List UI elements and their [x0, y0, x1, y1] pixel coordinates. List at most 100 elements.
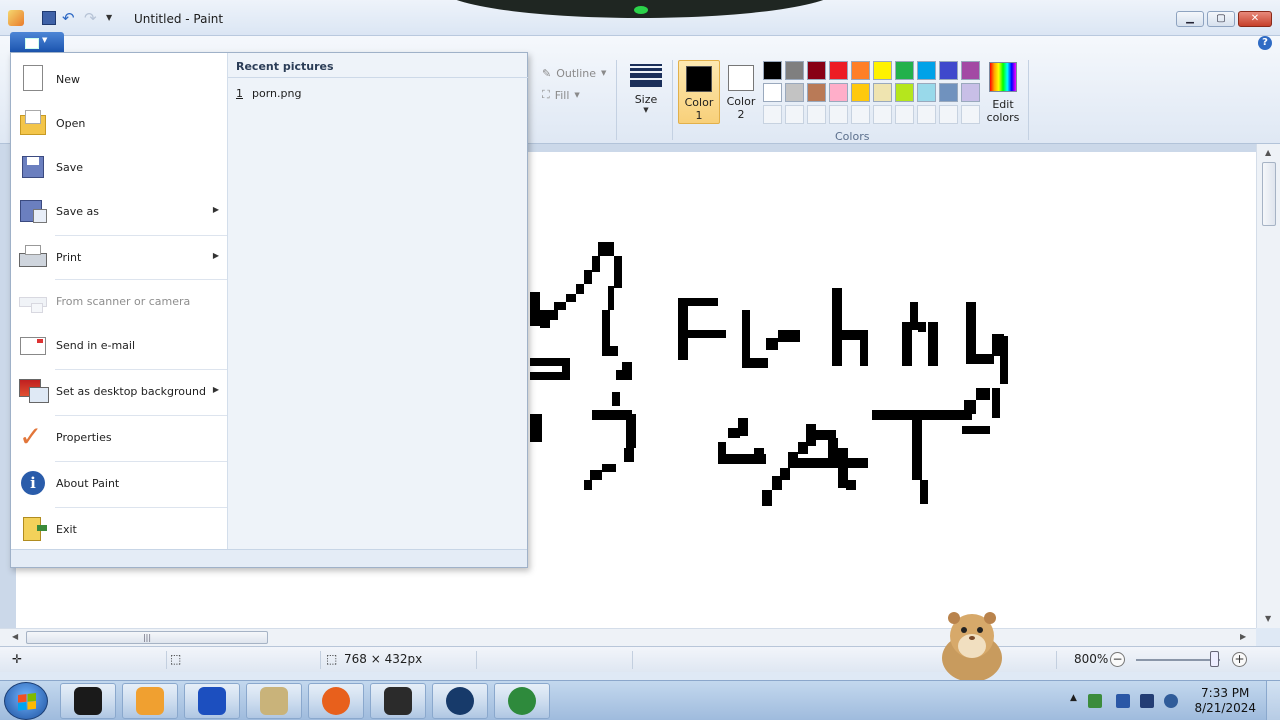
palette-color-swatch[interactable] [939, 83, 958, 102]
taskbar-button[interactable] [494, 683, 550, 719]
clock[interactable]: 7:33 PM 8/21/2024 [1194, 686, 1256, 716]
clock-date: 8/21/2024 [1194, 701, 1256, 715]
minimize-button[interactable]: ▁ [1176, 11, 1204, 27]
zoom-slider-thumb[interactable] [1210, 651, 1219, 667]
palette-color-swatch[interactable] [895, 61, 914, 80]
palette-color-swatch[interactable] [939, 61, 958, 80]
display-icon[interactable] [1140, 694, 1154, 708]
redo-icon[interactable]: ↷ [84, 10, 100, 26]
custom-color-slot[interactable] [785, 105, 804, 124]
menu-item-save[interactable]: Save [11, 147, 227, 187]
palette-color-swatch[interactable] [851, 83, 870, 102]
scroll-left-icon[interactable]: ◀ [12, 632, 18, 641]
vertical-scroll-thumb[interactable] [1262, 162, 1276, 226]
taskbar-button[interactable] [308, 683, 364, 719]
color-2-button[interactable]: Color 2 [722, 60, 760, 124]
save-disk-icon [17, 151, 49, 183]
custom-color-slot[interactable] [939, 105, 958, 124]
title-bar: ↶ ↷ ▼ Untitled - Paint ▁ ▢ ✕ [0, 0, 1280, 36]
palette-color-swatch[interactable] [917, 83, 936, 102]
custom-color-slot[interactable] [851, 105, 870, 124]
scroll-right-icon[interactable]: ▶ [1240, 632, 1246, 641]
palette-color-swatch[interactable] [961, 61, 980, 80]
palette-color-swatch[interactable] [873, 83, 892, 102]
menu-item-exit[interactable]: Exit [11, 509, 227, 549]
palette-color-swatch[interactable] [895, 83, 914, 102]
palette-color-swatch[interactable] [851, 61, 870, 80]
palette-color-swatch[interactable] [807, 83, 826, 102]
menu-item-send-in-e-mail[interactable]: Send in e-mail [11, 325, 227, 365]
customize-toolbar-icon[interactable]: ▼ [106, 10, 122, 26]
save-icon[interactable] [42, 11, 56, 25]
checkmark-icon: ✓ [19, 420, 43, 453]
fill-dropdown[interactable]: ⛶ Fill ▼ [542, 84, 606, 106]
show-desktop-button[interactable] [1266, 681, 1280, 720]
taskbar-button[interactable] [60, 683, 116, 719]
palette-color-swatch[interactable] [763, 61, 782, 80]
horizontal-scroll-thumb[interactable]: ||| [26, 631, 268, 644]
menu-item-about-paint[interactable]: i About Paint [11, 463, 227, 503]
start-button[interactable] [4, 682, 48, 720]
show-hidden-icons-icon[interactable]: ▲ [1070, 693, 1077, 703]
taskbar-button[interactable] [246, 683, 302, 719]
menu-item-save-as[interactable]: Save as ▶ [11, 191, 227, 231]
quick-access-toolbar: ↶ ↷ ▼ [8, 10, 122, 26]
volume-icon[interactable] [1164, 694, 1178, 708]
outline-icon: ✎ [542, 66, 552, 80]
custom-color-slot[interactable] [895, 105, 914, 124]
menu-item-set-as-desktop-background[interactable]: Set as desktop background ▶ [11, 371, 227, 411]
menu-item-new[interactable]: New [11, 59, 227, 99]
taskbar-button[interactable] [370, 683, 426, 719]
palette-color-swatch[interactable] [763, 83, 782, 102]
custom-color-slot[interactable] [807, 105, 826, 124]
taskbar-button[interactable] [184, 683, 240, 719]
status-divider [166, 651, 167, 669]
maximize-button[interactable]: ▢ [1207, 11, 1235, 27]
palette-color-swatch[interactable] [829, 83, 848, 102]
custom-color-slot[interactable] [917, 105, 936, 124]
recent-divider [228, 77, 528, 78]
screen-icon [384, 687, 412, 715]
edit-colors-button[interactable]: Edit colors [984, 62, 1022, 124]
network-icon[interactable] [1088, 694, 1102, 708]
palette-color-swatch[interactable] [807, 61, 826, 80]
menu-item-open[interactable]: Open [11, 103, 227, 143]
vertical-scrollbar[interactable]: ▲ ▼ [1256, 144, 1280, 628]
menu-item-print[interactable]: Print ▶ [11, 237, 227, 277]
chevron-down-icon: ▼ [601, 69, 607, 77]
horizontal-scrollbar[interactable]: ◀ ||| ▶ [0, 628, 1256, 646]
undo-icon[interactable]: ↶ [62, 10, 78, 26]
menu-item-properties[interactable]: ✓ Properties [11, 417, 227, 457]
paint-app-icon[interactable] [8, 10, 24, 26]
zoom-out-button[interactable]: − [1110, 652, 1125, 667]
scroll-up-icon[interactable]: ▲ [1265, 148, 1271, 157]
security-icon[interactable] [1116, 694, 1130, 708]
palette-color-swatch[interactable] [785, 83, 804, 102]
menu-item-label: Print [56, 250, 82, 264]
edit-colors-label-2: colors [986, 111, 1020, 124]
color-1-button[interactable]: Color 1 [678, 60, 720, 124]
outline-dropdown[interactable]: ✎ Outline ▼ [542, 62, 606, 84]
palette-color-swatch[interactable] [785, 61, 804, 80]
scroll-down-icon[interactable]: ▼ [1265, 614, 1271, 623]
zoom-in-button[interactable]: + [1232, 652, 1247, 667]
menu-item-label: From scanner or camera [56, 294, 191, 308]
file-menu-button[interactable] [10, 32, 64, 52]
palette-color-swatch[interactable] [873, 61, 892, 80]
menu-item-from-scanner-or-camera: From scanner or camera [11, 281, 227, 321]
taskbar-button[interactable] [432, 683, 488, 719]
custom-color-slot[interactable] [763, 105, 782, 124]
custom-color-slot[interactable] [873, 105, 892, 124]
close-button[interactable]: ✕ [1238, 11, 1272, 27]
custom-color-slot[interactable] [961, 105, 980, 124]
taskbar-button[interactable] [122, 683, 178, 719]
palette-color-swatch[interactable] [961, 83, 980, 102]
size-button[interactable]: Size ▼ [624, 62, 668, 114]
help-icon[interactable]: ? [1258, 36, 1272, 50]
decorative-overlay [440, 0, 840, 18]
recent-item[interactable]: 1 porn.png [236, 87, 301, 100]
custom-color-slot[interactable] [829, 105, 848, 124]
palette-color-swatch[interactable] [917, 61, 936, 80]
zoom-slider[interactable] [1136, 659, 1220, 661]
palette-color-swatch[interactable] [829, 61, 848, 80]
